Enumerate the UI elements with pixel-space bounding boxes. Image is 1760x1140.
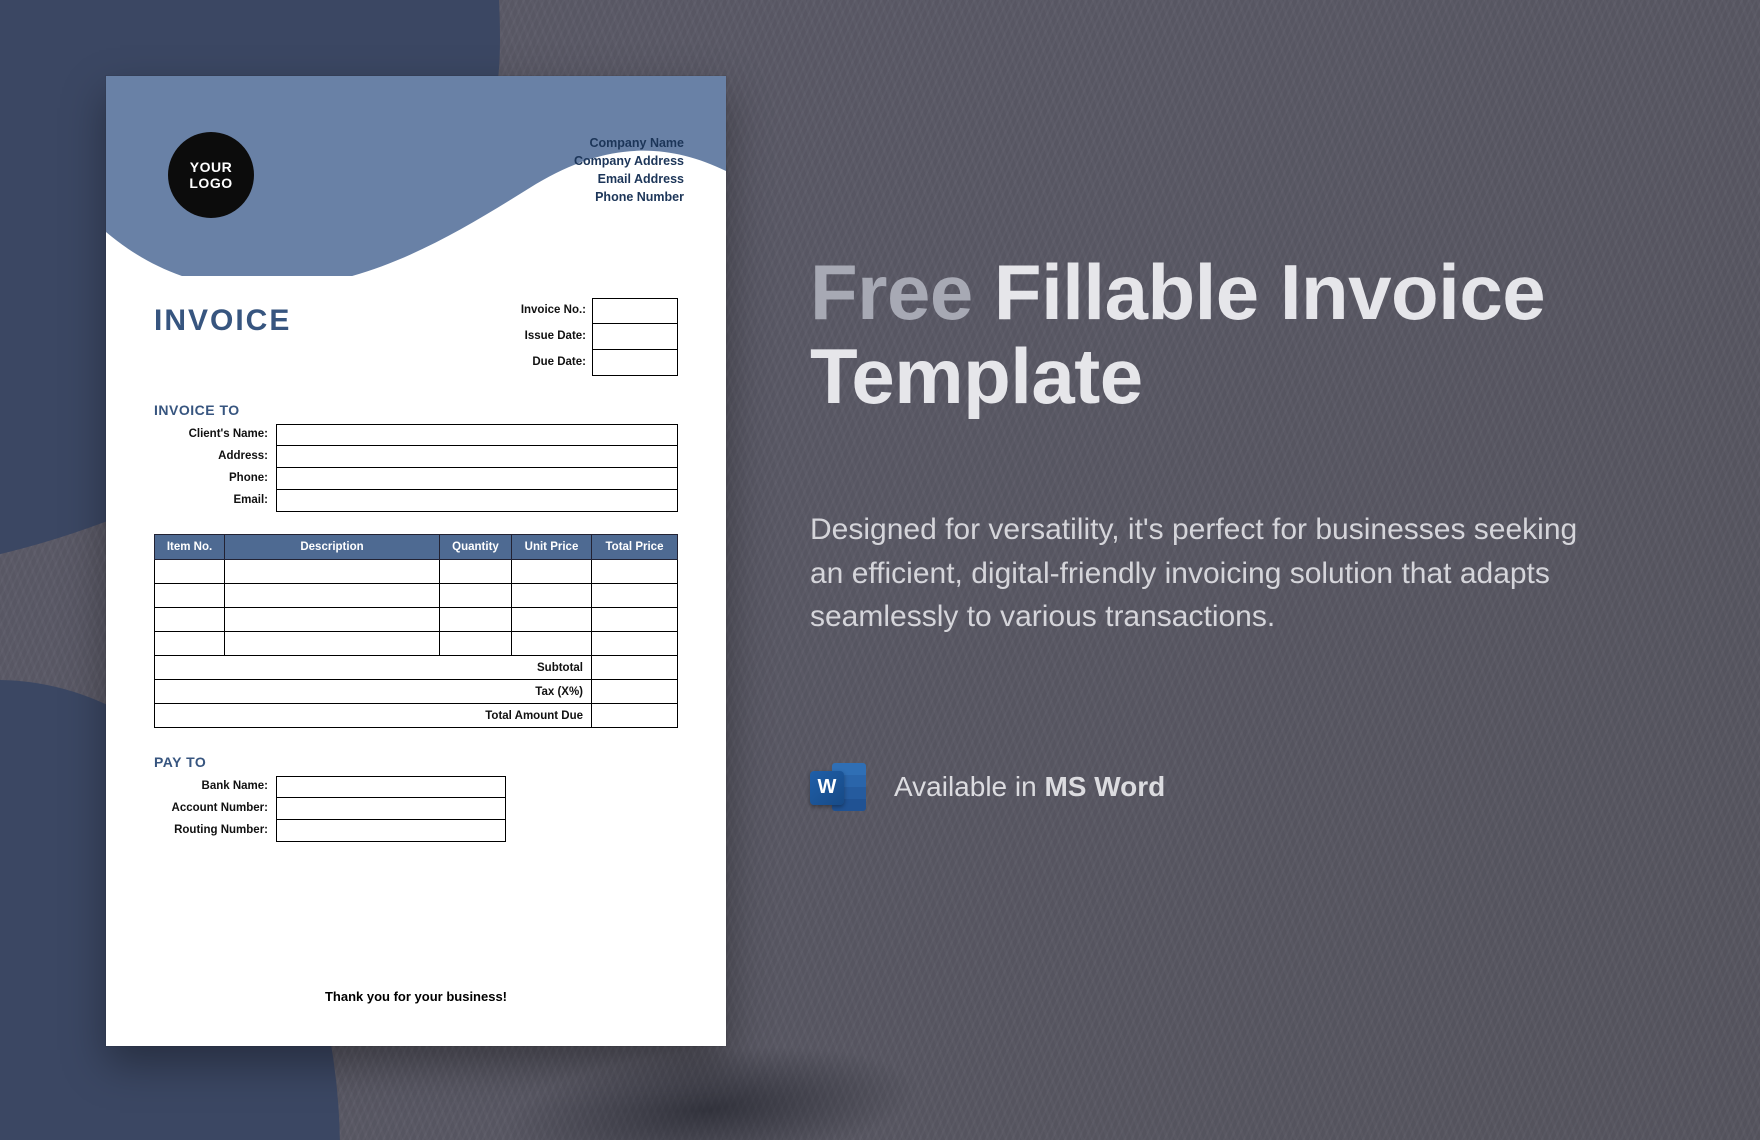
headline-free: Free <box>810 248 973 336</box>
row-total-due: Total Amount Due <box>155 704 678 728</box>
pay-to-section: PAY TO Bank Name: Account Number: Routin… <box>154 754 678 842</box>
label-tax: Tax (X%) <box>155 680 592 704</box>
word-icon-tile: W <box>810 771 844 805</box>
field-due-date[interactable] <box>592 350 678 376</box>
table-row[interactable] <box>155 608 678 632</box>
invoice-preview: YOUR LOGO Company Name Company Address E… <box>106 76 726 1046</box>
label-bank-name: Bank Name: <box>154 776 276 798</box>
col-item-no: Item No. <box>155 535 225 560</box>
field-account-number[interactable] <box>276 798 506 820</box>
invoice-header: YOUR LOGO Company Name Company Address E… <box>106 76 726 276</box>
label-due-date: Due Date: <box>504 350 592 376</box>
logo-text: YOUR LOGO <box>168 159 254 191</box>
meta-row-invoice-no: Invoice No.: <box>504 298 678 324</box>
label-issue-date: Issue Date: <box>504 324 592 350</box>
company-phone: Phone Number <box>574 188 684 206</box>
field-client-email[interactable] <box>276 490 678 512</box>
col-unit-price: Unit Price <box>512 535 592 560</box>
company-name: Company Name <box>574 134 684 152</box>
invoice-meta: Invoice No.: Issue Date: Due Date: <box>504 298 678 376</box>
items-table-head: Item No. Description Quantity Unit Price… <box>155 535 678 560</box>
label-client-phone: Phone: <box>154 468 276 490</box>
label-account-number: Account Number: <box>154 798 276 820</box>
field-subtotal[interactable] <box>592 656 678 680</box>
label-client-address: Address: <box>154 446 276 468</box>
invoice-title: INVOICE <box>154 304 291 338</box>
kv-address: Address: <box>154 446 678 468</box>
field-routing-number[interactable] <box>276 820 506 842</box>
field-client-name[interactable] <box>276 424 678 446</box>
col-description: Description <box>225 535 440 560</box>
row-tax: Tax (X%) <box>155 680 678 704</box>
invoice-top-row: INVOICE Invoice No.: Issue Date: Due Dat… <box>154 294 678 376</box>
promo-canvas: Free Fillable Invoice Template Designed … <box>0 0 1760 1140</box>
meta-row-due-date: Due Date: <box>504 350 678 376</box>
availability-product: MS Word <box>1044 771 1165 802</box>
col-quantity: Quantity <box>440 535 512 560</box>
table-row[interactable] <box>155 632 678 656</box>
items-table: Item No. Description Quantity Unit Price… <box>154 534 678 728</box>
section-pay-to: PAY TO <box>154 754 678 770</box>
label-client-email: Email: <box>154 490 276 512</box>
label-routing-number: Routing Number: <box>154 820 276 842</box>
marketing-block: Free Fillable Invoice Template Designed … <box>810 250 1630 815</box>
field-client-phone[interactable] <box>276 468 678 490</box>
label-client-name: Client's Name: <box>154 424 276 446</box>
kv-email: Email: <box>154 490 678 512</box>
table-row[interactable] <box>155 584 678 608</box>
availability-text: Available in MS Word <box>894 771 1165 803</box>
row-subtotal: Subtotal <box>155 656 678 680</box>
col-total-price: Total Price <box>592 535 678 560</box>
meta-row-issue-date: Issue Date: <box>504 324 678 350</box>
field-invoice-no[interactable] <box>592 298 678 324</box>
company-email: Email Address <box>574 170 684 188</box>
company-info: Company Name Company Address Email Addre… <box>574 134 684 207</box>
ms-word-icon: W <box>810 759 866 815</box>
field-tax[interactable] <box>592 680 678 704</box>
kv-bank-name: Bank Name: <box>154 776 678 798</box>
kv-client-name: Client's Name: <box>154 424 678 446</box>
label-subtotal: Subtotal <box>155 656 592 680</box>
field-client-address[interactable] <box>276 446 678 468</box>
kv-account-number: Account Number: <box>154 798 678 820</box>
headline: Free Fillable Invoice Template <box>810 250 1630 418</box>
invoice-body: INVOICE Invoice No.: Issue Date: Due Dat… <box>106 276 726 842</box>
field-total-due[interactable] <box>592 704 678 728</box>
label-invoice-no: Invoice No.: <box>504 298 592 324</box>
footer-thank-you: Thank you for your business! <box>106 989 726 1004</box>
field-bank-name[interactable] <box>276 776 506 798</box>
logo-placeholder: YOUR LOGO <box>168 132 254 218</box>
table-row[interactable] <box>155 560 678 584</box>
kv-routing-number: Routing Number: <box>154 820 678 842</box>
label-total-due: Total Amount Due <box>155 704 592 728</box>
availability-row: W Available in MS Word <box>810 759 1630 815</box>
availability-prefix: Available in <box>894 771 1044 802</box>
field-issue-date[interactable] <box>592 324 678 350</box>
section-invoice-to: INVOICE TO <box>154 402 678 418</box>
company-address: Company Address <box>574 152 684 170</box>
kv-phone: Phone: <box>154 468 678 490</box>
description: Designed for versatility, it's perfect f… <box>810 508 1610 639</box>
items-table-body: Subtotal Tax (X%) Total Amount Due <box>155 560 678 728</box>
